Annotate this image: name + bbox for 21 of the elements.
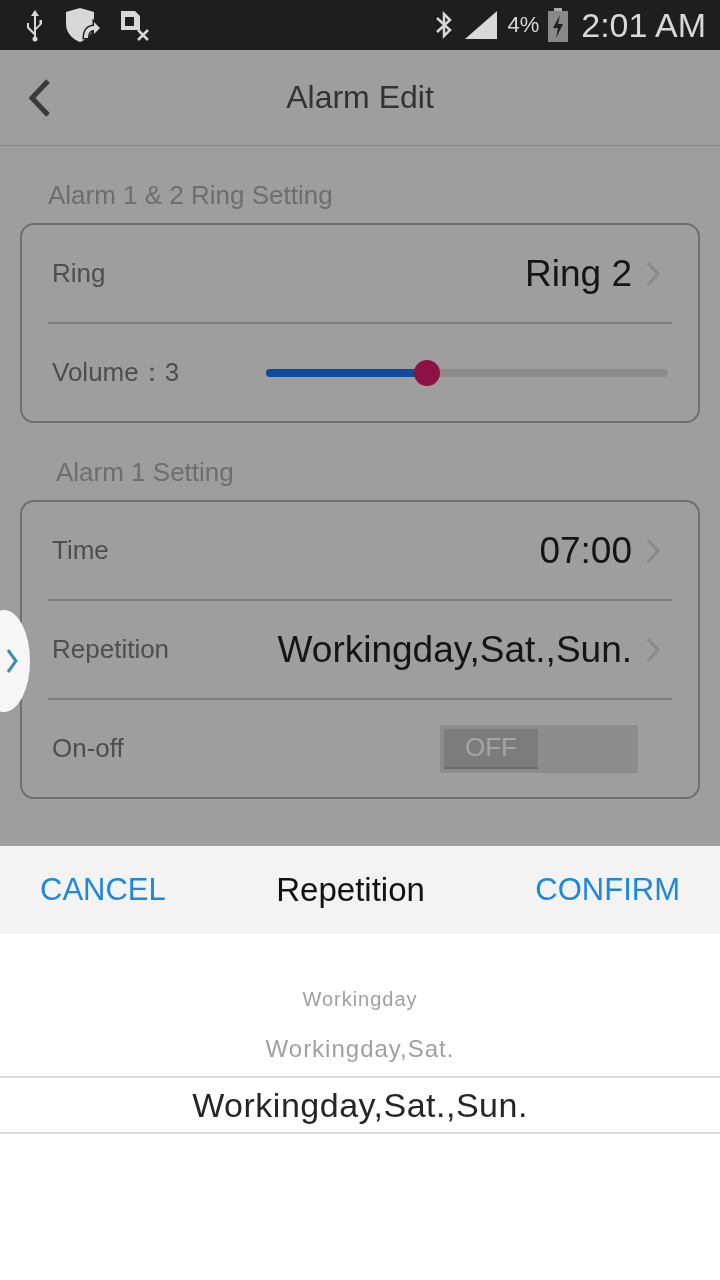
- confirm-button[interactable]: CONFIRM: [535, 872, 680, 908]
- signal-icon: [463, 9, 500, 41]
- row-value[interactable]: Ring 2: [525, 252, 632, 295]
- row-label: Repetition: [52, 634, 170, 665]
- page-title: Alarm Edit: [286, 79, 434, 116]
- row-label: Time: [52, 535, 109, 566]
- cancel-button[interactable]: CANCEL: [40, 872, 166, 908]
- volume-slider[interactable]: [266, 359, 668, 386]
- row-label: On-off: [52, 733, 124, 764]
- battery-charging-icon: [547, 7, 570, 43]
- sheet-title: Repetition: [276, 871, 425, 909]
- row-value[interactable]: 07:00: [539, 529, 632, 572]
- picker-option[interactable]: Workingday,Sat.: [0, 1022, 720, 1076]
- sim-card-x-icon: [118, 8, 152, 42]
- battery-percent: 4%: [507, 12, 540, 38]
- row-label: Volume：3: [52, 356, 180, 389]
- clock-time: 2:01 AM: [581, 5, 706, 45]
- row-value[interactable]: Workingday,Sat.,Sun.: [277, 628, 632, 671]
- picker-option[interactable]: Workingday: [0, 976, 720, 1022]
- row-label: Ring: [52, 258, 106, 289]
- picker-option[interactable]: Workingday,Sat.,Sun.: [0, 1076, 720, 1134]
